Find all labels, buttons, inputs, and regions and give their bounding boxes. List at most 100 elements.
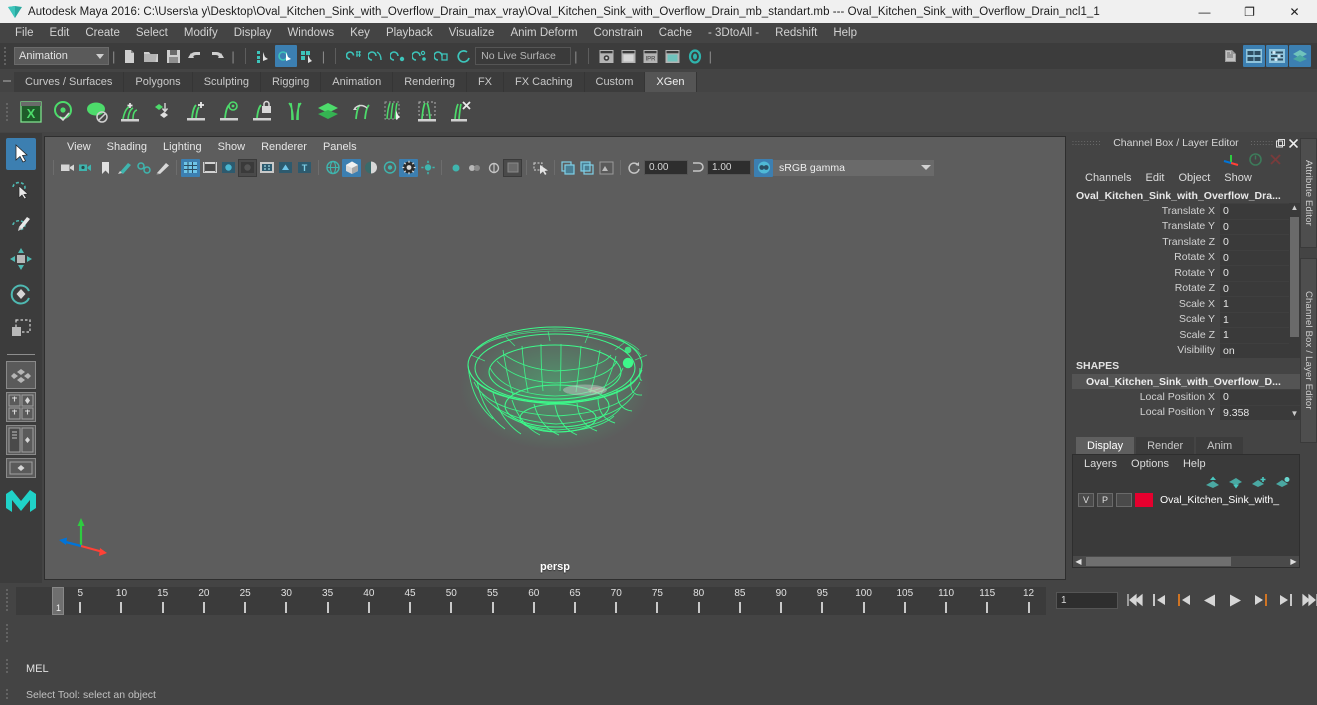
move-layer-down-icon[interactable] (1228, 476, 1243, 489)
layer-tab-render[interactable]: Render (1136, 437, 1195, 454)
panel-drag-handle[interactable]: :::::::::: (1072, 140, 1101, 147)
undock-panel-button[interactable] (1274, 137, 1287, 149)
channel-box-menu-channels[interactable]: Channels (1078, 172, 1138, 184)
current-time-indicator[interactable]: 1 (52, 587, 64, 615)
channel-row[interactable]: Scale Y 1 (1072, 311, 1300, 327)
exposure-icon[interactable] (625, 159, 644, 177)
depth-of-field-icon[interactable] (484, 159, 503, 177)
layer-menu-options[interactable]: Options (1124, 458, 1176, 470)
layer-list-horizontal-scrollbar[interactable]: ◀ ▶ (1073, 556, 1299, 567)
layer-tab-display[interactable]: Display (1076, 437, 1135, 454)
panel-drag-handle-right[interactable]: :::::::: (1250, 140, 1274, 147)
menu-windows[interactable]: Windows (279, 23, 342, 43)
resolution-gate-icon[interactable] (219, 159, 238, 177)
step-back-frame-icon[interactable] (1174, 589, 1196, 611)
channel-value-field[interactable]: 0 (1220, 234, 1300, 250)
camera-attributes-icon[interactable] (77, 159, 96, 177)
lasso-select-tool[interactable] (6, 173, 36, 205)
channel-row[interactable]: Scale Z 1 (1072, 327, 1300, 343)
scroll-left-arrow-icon[interactable]: ◀ (1073, 556, 1084, 567)
shelf-tab-fx[interactable]: FX (466, 72, 505, 92)
show-hide-channel-box-icon[interactable] (1266, 45, 1288, 67)
step-back-keyframe-icon[interactable] (1149, 589, 1171, 611)
scale-tool[interactable] (6, 313, 36, 345)
go-to-end-icon[interactable] (1299, 589, 1317, 611)
channel-row[interactable]: Translate X 0 (1072, 203, 1300, 219)
layer-editor-icon[interactable] (1289, 45, 1311, 67)
shelf-tab-custom[interactable]: Custom (584, 72, 646, 92)
xgen-grab-brush-icon[interactable] (377, 95, 410, 129)
menu-select[interactable]: Select (128, 23, 176, 43)
maximize-button[interactable]: ❐ (1227, 0, 1272, 23)
channel-box-scroll-down-arrow-icon[interactable]: ▼ (1289, 408, 1300, 420)
shelf-tab-polygons[interactable]: Polygons (124, 72, 193, 92)
rotate-tool[interactable] (6, 278, 36, 310)
layer-menu-help[interactable]: Help (1176, 458, 1213, 470)
xgen-layers-icon[interactable] (311, 95, 344, 129)
layer-visibility-toggle[interactable]: V (1078, 492, 1094, 507)
menu-3dtoall[interactable]: - 3DtoAll - (700, 23, 767, 43)
shelf-tab-rigging[interactable]: Rigging (260, 72, 322, 92)
command-language-label[interactable]: MEL (26, 663, 49, 675)
shelf-row-grip[interactable] (0, 92, 14, 132)
xgen-add-guides-icon[interactable] (113, 95, 146, 129)
move-layer-up-icon[interactable] (1205, 476, 1220, 489)
render-settings-icon[interactable] (662, 45, 684, 67)
smooth-shade-all-icon[interactable] (342, 158, 361, 177)
image-plane-icon[interactable] (115, 159, 134, 177)
xgen-move-guides-icon[interactable] (344, 95, 377, 129)
save-scene-icon[interactable] (162, 45, 184, 67)
xgen-lock-guides-icon[interactable] (245, 95, 278, 129)
manipulator-axis-icon[interactable] (1222, 152, 1242, 167)
isolate-select-icon[interactable] (503, 158, 522, 177)
step-forward-frame-icon[interactable] (1249, 589, 1271, 611)
viewport-menu-lighting[interactable]: Lighting (155, 141, 210, 153)
two-d-pan-zoom-icon[interactable] (134, 159, 153, 177)
panel-copy-icon[interactable] (559, 159, 578, 177)
new-layer-from-selected-icon[interactable] (1275, 476, 1291, 489)
shadows-icon[interactable] (399, 158, 418, 177)
layer-menu-layers[interactable]: Layers (1077, 458, 1124, 470)
select-objects-icon[interactable] (531, 159, 550, 177)
shelf-tab-xgen[interactable]: XGen (645, 72, 697, 92)
menu-anim-deform[interactable]: Anim Deform (502, 23, 585, 43)
viewport-3d-canvas[interactable]: persp (45, 178, 1065, 579)
four-view-layout[interactable] (6, 392, 36, 422)
minimize-button[interactable]: — (1182, 0, 1227, 23)
scroll-up-arrow-icon[interactable]: ▲ (1290, 203, 1299, 213)
xgen-add-description-icon[interactable] (179, 95, 212, 129)
scrollbar-thumb[interactable] (1290, 217, 1299, 337)
viewport-menu-shading[interactable]: Shading (99, 141, 155, 153)
move-tool[interactable] (6, 243, 36, 275)
single-perspective-layout[interactable] (6, 361, 36, 389)
shelf-tab-curves-surfaces[interactable]: Curves / Surfaces (14, 72, 125, 92)
xgen-select-icon[interactable] (146, 95, 179, 129)
shape-channel-row[interactable]: Local Position Y 9.358 (1072, 404, 1300, 420)
menu-edit[interactable]: Edit (42, 23, 78, 43)
shelf-tab-rendering[interactable]: Rendering (393, 72, 467, 92)
shelf-tab-animation[interactable]: Animation (321, 72, 394, 92)
channel-box-menu-show[interactable]: Show (1217, 172, 1259, 184)
make-live-icon[interactable] (453, 45, 475, 67)
gamma-icon[interactable] (688, 159, 707, 177)
shape-channel-value-field[interactable]: 9.358 (1220, 404, 1300, 420)
use-all-lights-icon[interactable] (380, 159, 399, 177)
shelf-tab-fx-caching[interactable]: FX Caching (504, 72, 585, 92)
viewport-menu-show[interactable]: Show (210, 141, 254, 153)
bookmark-icon[interactable] (96, 159, 115, 177)
panel-snapshot-icon[interactable] (597, 159, 616, 177)
gamma-field[interactable]: 1.00 (707, 160, 751, 175)
xgen-region-icon[interactable] (410, 95, 443, 129)
channel-value-field[interactable]: on (1220, 342, 1300, 358)
xgen-part-guides-icon[interactable] (278, 95, 311, 129)
film-origin-icon[interactable] (257, 159, 276, 177)
shape-channel-value-field[interactable]: 0 (1220, 389, 1300, 405)
time-slider-track[interactable]: 1 5 10 15 20 25 30 35 40 45 50 55 60 65 70 75 80 85 90 95 1… (16, 587, 1046, 615)
channel-box-scrollbar[interactable]: ▲ (1289, 203, 1300, 358)
play-backwards-icon[interactable] (1199, 589, 1221, 611)
chevron-down-icon[interactable] (918, 159, 934, 176)
shape-node-name[interactable]: Oval_Kitchen_Sink_with_Overflow_D... (1072, 374, 1300, 389)
select-camera-icon[interactable] (58, 159, 77, 177)
live-surface-field[interactable]: No Live Surface (475, 47, 572, 65)
scroll-right-arrow-icon[interactable]: ▶ (1288, 556, 1299, 567)
